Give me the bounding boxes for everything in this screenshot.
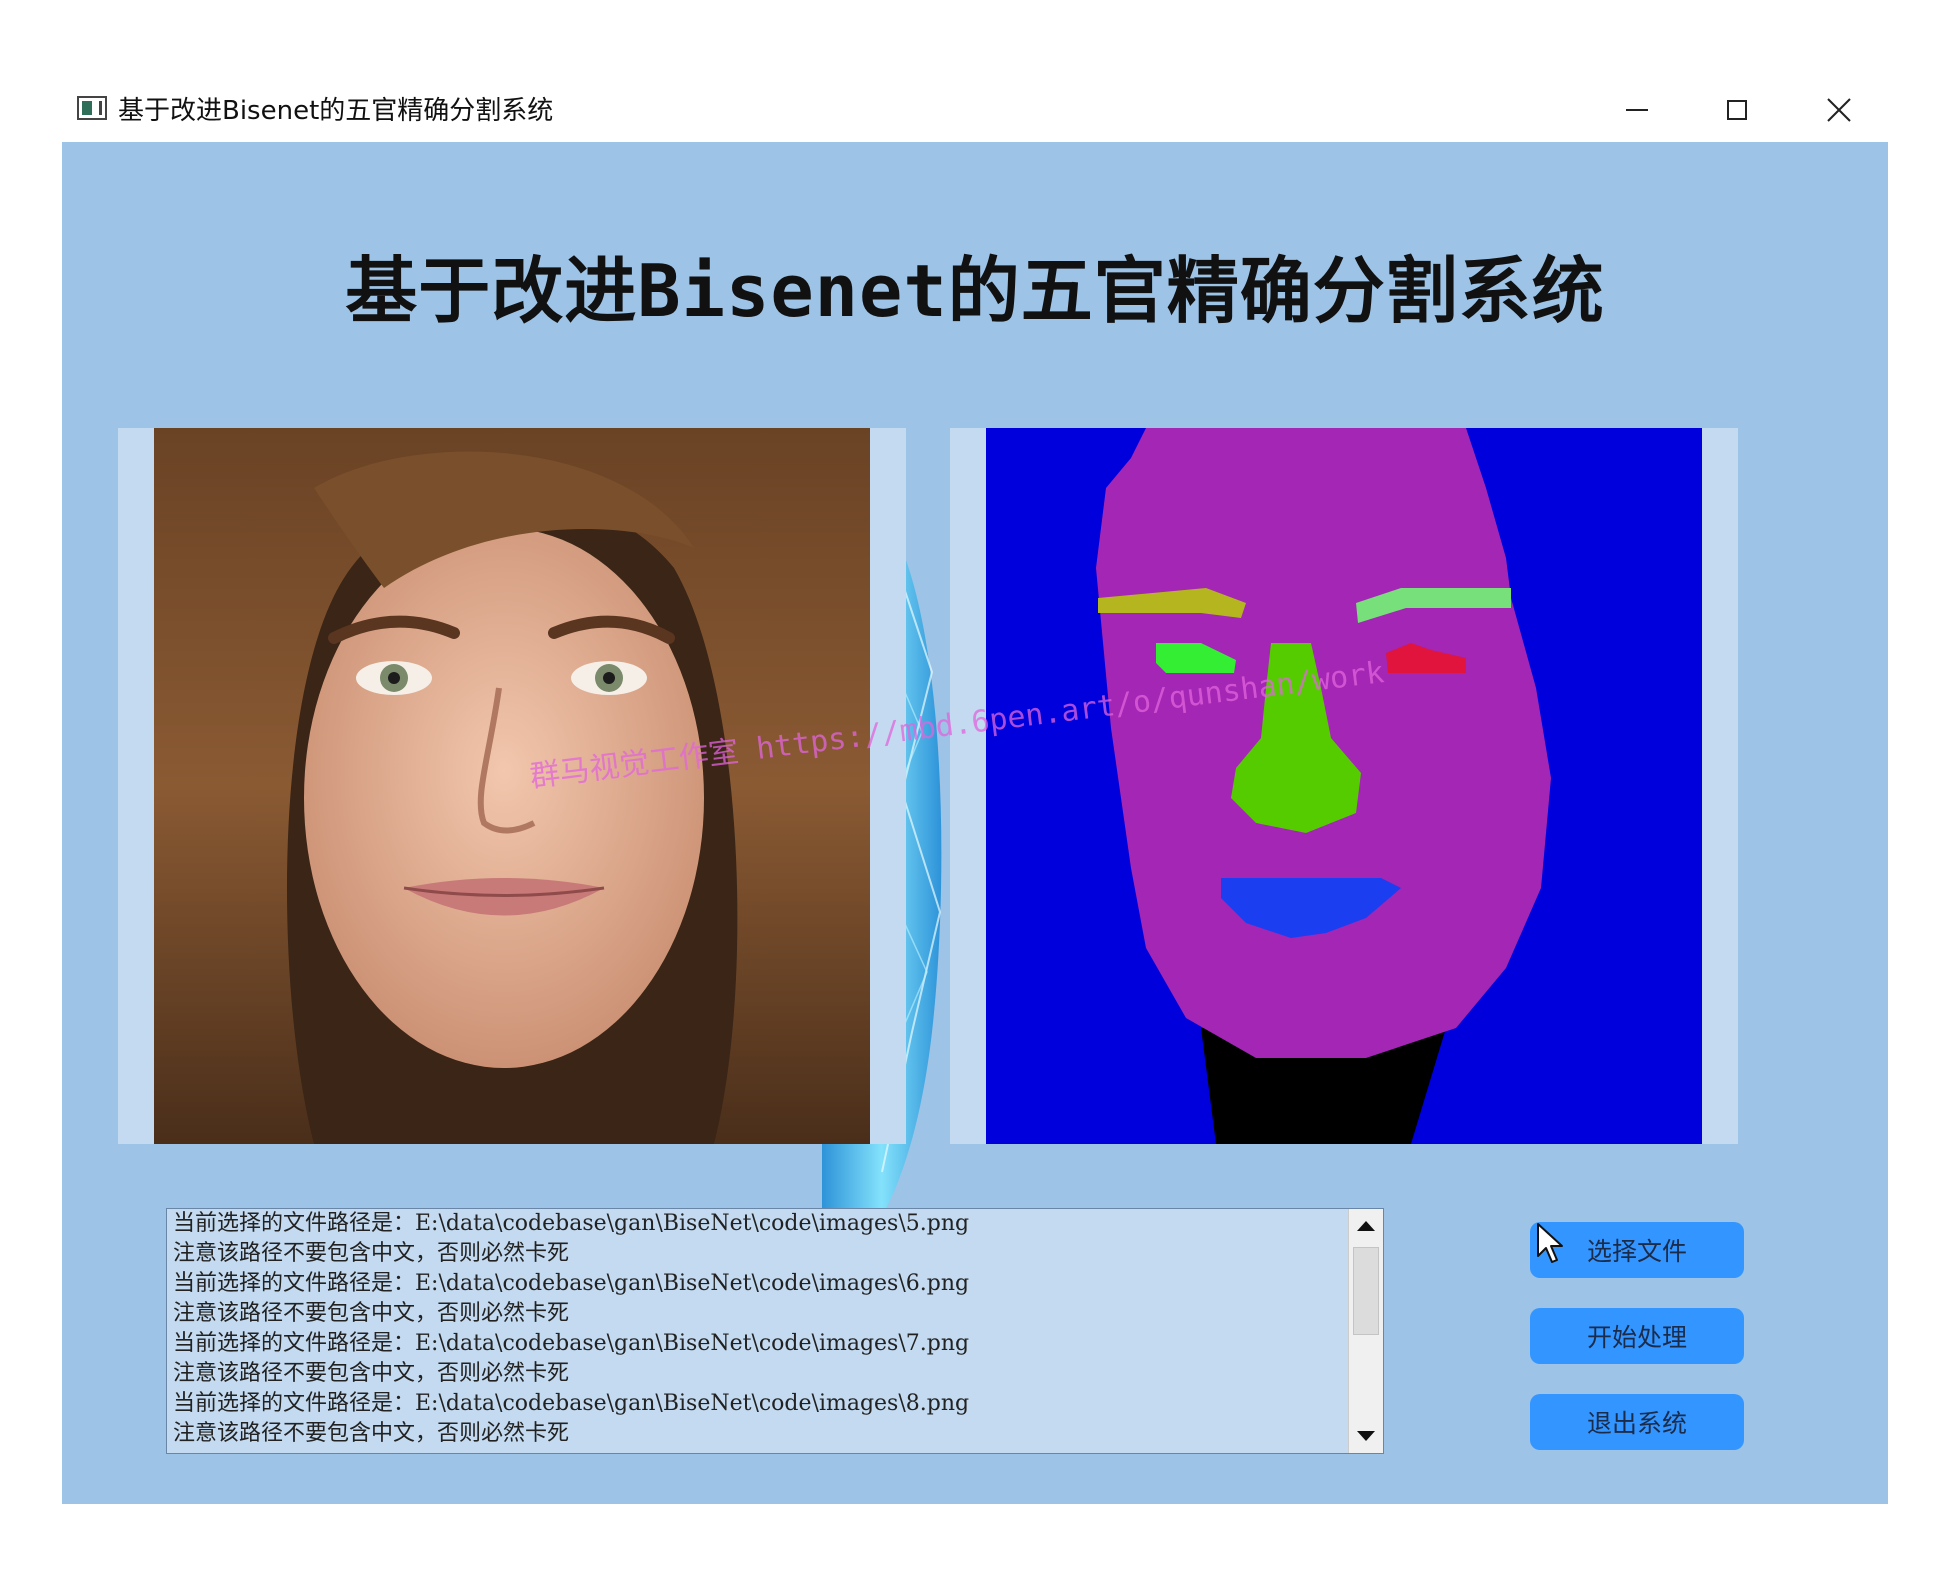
vertical-scrollbar[interactable] [1348,1209,1383,1453]
scroll-thumb[interactable] [1353,1247,1379,1335]
scroll-up-button[interactable] [1349,1209,1383,1243]
main-window-content: 基于改进Bisenet的五官精确分割系统 当前选择的文件路径是：E:\data\… [62,142,1888,1504]
mouse-pointer-icon [1537,1223,1563,1263]
close-icon [1827,98,1851,122]
window-title: 基于改进Bisenet的五官精确分割系统 [118,96,554,126]
minimize-icon [1626,109,1648,111]
segmentation-result-panel [950,428,1738,1144]
log-line: 注意该路径不要包含中文，否则必然卡死 [173,1301,570,1326]
minimize-button[interactable] [1592,80,1682,140]
log-line: 当前选择的文件路径是：E:\data\codebase\gan\BiseNet\… [173,1331,970,1356]
log-lines: 当前选择的文件路径是：E:\data\codebase\gan\BiseNet\… [173,1209,1333,1449]
maximize-icon [1727,100,1747,120]
app-window-icon [77,96,107,120]
log-line: 当前选择的文件路径是：E:\data\codebase\gan\BiseNet\… [173,1271,970,1296]
close-button[interactable] [1794,80,1884,140]
log-line: 注意该路径不要包含中文，否则必然卡死 [173,1421,570,1446]
log-line: 当前选择的文件路径是：E:\data\codebase\gan\BiseNet\… [173,1391,970,1416]
log-output-textbox[interactable]: 当前选择的文件路径是：E:\data\codebase\gan\BiseNet\… [166,1208,1384,1454]
original-face-image [154,428,870,1144]
maximize-button[interactable] [1692,80,1782,140]
log-line: 注意该路径不要包含中文，否则必然卡死 [173,1241,570,1266]
title-bar: 基于改进Bisenet的五官精确分割系统 [62,80,1888,140]
log-line: 当前选择的文件路径是：E:\data\codebase\gan\BiseNet\… [173,1211,970,1236]
exit-system-button[interactable]: 退出系统 [1530,1394,1744,1450]
original-image-panel [118,428,906,1144]
segmentation-mask-image [986,428,1702,1144]
scroll-down-button[interactable] [1349,1419,1383,1453]
arrow-up-icon [1357,1221,1375,1231]
page-title: 基于改进Bisenet的五官精确分割系统 [345,249,1605,333]
start-process-button[interactable]: 开始处理 [1530,1308,1744,1364]
log-line: 注意该路径不要包含中文，否则必然卡死 [173,1361,570,1386]
arrow-down-icon [1357,1431,1375,1441]
